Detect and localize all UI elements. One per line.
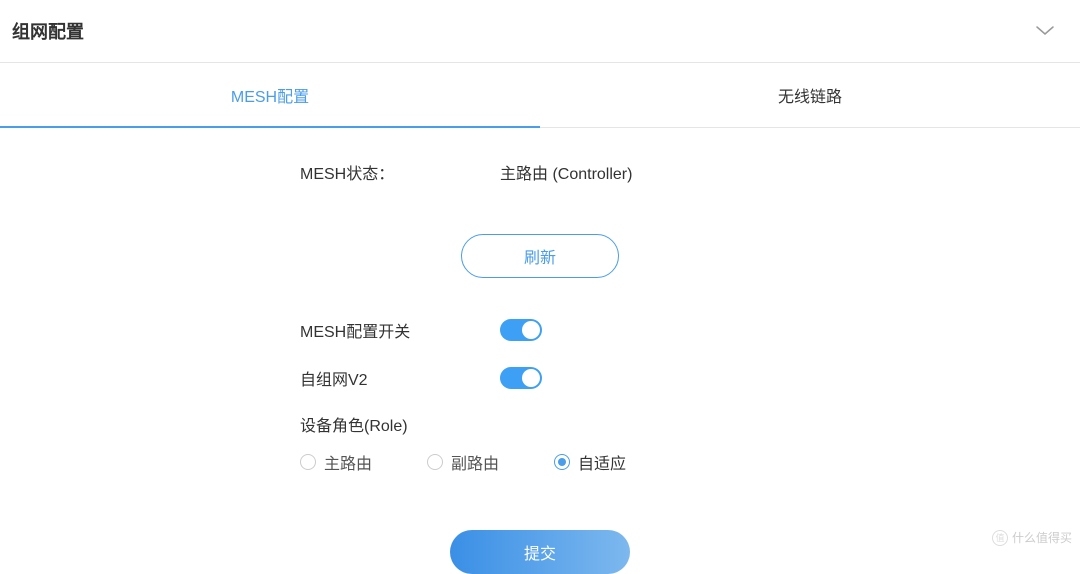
section-header: 组网配置: [0, 0, 1080, 63]
role-section: 设备角色(Role) 主路由 副路由 自适应: [300, 402, 1080, 474]
radio-circle-icon: [300, 454, 316, 470]
submit-row: 提交: [0, 474, 1080, 574]
submit-button[interactable]: 提交: [450, 530, 630, 574]
content: MESH状态： 主路由 (Controller) 刷新 MESH配置开关 自组网…: [0, 128, 1080, 574]
mesh-config-toggle[interactable]: [500, 319, 542, 341]
radio-label: 主路由: [324, 450, 372, 474]
refresh-button[interactable]: 刷新: [461, 234, 619, 278]
refresh-row: 刷新: [0, 196, 1080, 306]
radio-sub-router[interactable]: 副路由: [427, 450, 499, 474]
mesh-status-label: MESH状态：: [300, 160, 500, 184]
auto-net-v2-switch-row: 自组网V2: [0, 354, 1080, 402]
mesh-status-row: MESH状态： 主路由 (Controller): [0, 148, 1080, 196]
mesh-config-switch-row: MESH配置开关: [0, 306, 1080, 354]
mesh-config-switch-label: MESH配置开关: [300, 318, 500, 342]
radio-adaptive[interactable]: 自适应: [554, 450, 626, 474]
tabs: MESH配置 无线链路: [0, 63, 1080, 128]
role-title: 设备角色(Role): [300, 412, 1080, 436]
chevron-down-icon[interactable]: [1036, 26, 1054, 36]
tab-wireless-link[interactable]: 无线链路: [540, 63, 1080, 127]
mesh-status-value: 主路由 (Controller): [500, 160, 632, 184]
radio-circle-icon: [427, 454, 443, 470]
auto-net-v2-switch-label: 自组网V2: [300, 366, 500, 390]
radio-main-router[interactable]: 主路由: [300, 450, 372, 474]
watermark-icon: 值: [992, 530, 1008, 546]
radio-label: 自适应: [578, 450, 626, 474]
role-radio-group: 主路由 副路由 自适应: [300, 450, 1080, 474]
radio-circle-icon: [554, 454, 570, 470]
tab-mesh-config[interactable]: MESH配置: [0, 63, 540, 127]
section-title: 组网配置: [12, 18, 84, 44]
watermark-text: 什么值得买: [1012, 529, 1072, 546]
watermark: 值 什么值得买: [992, 529, 1072, 546]
radio-label: 副路由: [451, 450, 499, 474]
auto-net-v2-toggle[interactable]: [500, 367, 542, 389]
